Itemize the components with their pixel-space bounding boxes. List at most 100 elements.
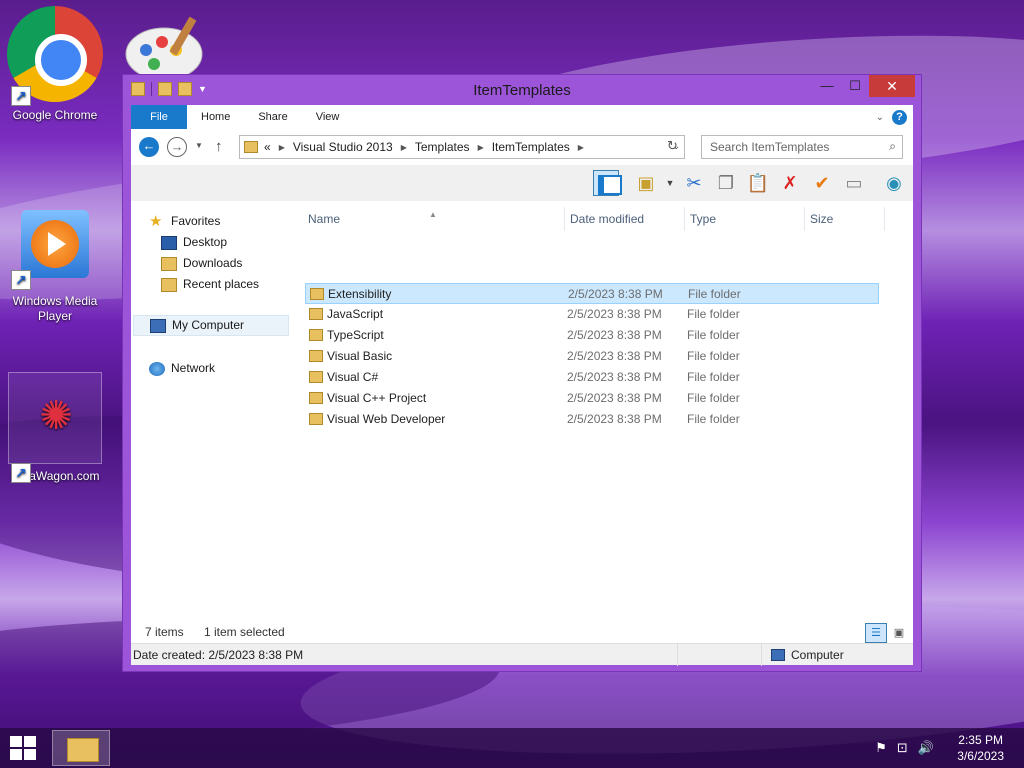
- file-row[interactable]: TypeScript 2/5/2023 8:38 PM File folder: [305, 325, 879, 346]
- refresh-icon[interactable]: ↻: [667, 138, 678, 154]
- breadcrumb-visual-studio[interactable]: Visual Studio 2013: [293, 140, 393, 154]
- expand-ribbon-icon[interactable]: ⌄: [876, 112, 884, 123]
- nav-downloads[interactable]: Downloads: [161, 253, 242, 274]
- tab-view[interactable]: View: [302, 105, 354, 129]
- desktop-icon-label: Google Chrome: [12, 108, 98, 122]
- column-label: Name: [308, 212, 341, 226]
- windows-logo-icon: [24, 749, 36, 760]
- shortcut-arrow-icon: ↗: [11, 270, 31, 290]
- desktop-icon-label: Windows Media Player: [12, 294, 98, 323]
- close-button[interactable]: ✕: [869, 75, 915, 97]
- ribbon-tabs: File Home Share View ⌄ ?: [131, 105, 913, 129]
- folder-icon: [309, 371, 323, 383]
- cut-icon[interactable]: ✂: [681, 170, 707, 196]
- folder-icon: [309, 392, 323, 404]
- explorer-window: ▼ ItemTemplates — ☐ ✕ File Home Share Vi…: [122, 74, 922, 672]
- address-bar[interactable]: « ▶ Visual Studio 2013 ▶ Templates ▶ Ite…: [239, 135, 685, 159]
- desktop-icon-chrome[interactable]: ↗ Google Chrome: [7, 6, 103, 122]
- column-name[interactable]: ▲ Name: [303, 207, 565, 231]
- paint-icon[interactable]: [124, 12, 208, 82]
- column-type[interactable]: Type: [685, 207, 805, 231]
- sort-up-icon: ▲: [429, 210, 437, 219]
- file-name: Visual Basic: [327, 349, 393, 363]
- file-name: JavaScript: [327, 307, 384, 321]
- chrome-icon: ↗: [7, 6, 103, 106]
- desktop-icon-wmp[interactable]: ↗ Windows Media Player: [7, 210, 103, 324]
- search-icon[interactable]: ⌕: [889, 139, 896, 154]
- layout-pane-icon[interactable]: [593, 170, 622, 196]
- folder-icon: [309, 413, 323, 425]
- recent-locations-icon[interactable]: ▼: [195, 141, 203, 150]
- properties-icon[interactable]: ✔: [809, 170, 835, 196]
- help-icon[interactable]: ?: [892, 109, 907, 125]
- column-date-modified[interactable]: Date modified: [565, 207, 685, 231]
- paste-icon[interactable]: 📋: [745, 170, 771, 196]
- desktop-icon: [161, 235, 177, 250]
- title-bar[interactable]: ▼ ItemTemplates — ☐ ✕: [123, 75, 921, 105]
- nav-desktop[interactable]: Desktop: [161, 232, 227, 253]
- back-icon[interactable]: ←: [139, 137, 159, 157]
- file-type: File folder: [687, 412, 740, 426]
- breadcrumb-templates[interactable]: Templates: [415, 140, 470, 154]
- maximize-button[interactable]: ☐: [841, 75, 869, 97]
- breadcrumb-itemtemplates[interactable]: ItemTemplates: [492, 140, 570, 154]
- clock-date: 3/6/2023: [957, 749, 1004, 763]
- search-input[interactable]: Search ItemTemplates ⌕: [701, 135, 903, 159]
- large-icons-view-icon[interactable]: ▣: [889, 623, 909, 643]
- action-center-flag-icon[interactable]: ⚑: [875, 740, 887, 756]
- details-view-icon[interactable]: ☰: [865, 623, 887, 643]
- folder-icon: [310, 288, 324, 300]
- address-prefix[interactable]: «: [264, 140, 271, 154]
- file-row[interactable]: Visual Web Developer 2/5/2023 8:38 PM Fi…: [305, 409, 879, 430]
- file-name: Visual Web Developer: [327, 412, 446, 426]
- nav-label: My Computer: [172, 318, 245, 332]
- desktop-icon-datawagon[interactable]: ✺ ↗ DataWagon.com: [7, 372, 103, 483]
- tab-share[interactable]: Share: [244, 105, 301, 129]
- file-row[interactable]: Visual Basic 2/5/2023 8:38 PM File folde…: [305, 346, 879, 367]
- file-type: File folder: [688, 287, 741, 301]
- search-placeholder: Search ItemTemplates: [710, 140, 830, 154]
- datawagon-icon: ✺ ↗: [8, 372, 102, 483]
- file-row[interactable]: Extensibility 2/5/2023 8:38 PM File fold…: [305, 283, 879, 304]
- star-icon: ★: [149, 212, 163, 230]
- start-button[interactable]: [10, 736, 36, 760]
- globe-icon[interactable]: ◉: [881, 170, 907, 196]
- crumb-separator-icon: ▶: [278, 142, 285, 152]
- taskbar-file-explorer[interactable]: [52, 730, 110, 766]
- forward-icon[interactable]: →: [167, 137, 187, 157]
- chevron-down-icon[interactable]: ▼: [657, 170, 683, 196]
- up-icon[interactable]: ↑: [215, 138, 223, 155]
- tab-file[interactable]: File: [131, 105, 187, 129]
- nav-label: Desktop: [183, 235, 228, 249]
- window-controls: — ☐ ✕: [813, 75, 915, 97]
- new-folder-icon[interactable]: ▣: [633, 170, 659, 196]
- location-label: Computer: [791, 648, 844, 662]
- file-row[interactable]: Visual C# 2/5/2023 8:38 PM File folder: [305, 367, 879, 388]
- nav-label: Downloads: [183, 256, 243, 270]
- volume-icon[interactable]: 🔊: [918, 740, 934, 756]
- status-bar: Date created: 2/5/2023 8:38 PM Computer: [131, 643, 913, 666]
- file-row[interactable]: JavaScript 2/5/2023 8:38 PM File folder: [305, 304, 879, 325]
- file-date: 2/5/2023 8:38 PM: [567, 307, 662, 321]
- nav-my-computer[interactable]: My Computer: [133, 315, 289, 336]
- divider: [677, 644, 678, 666]
- column-size[interactable]: Size: [805, 207, 885, 231]
- network-icon[interactable]: ⊡: [897, 740, 908, 756]
- file-list: ▲ Name Date modified Type Size Extensibi…: [303, 201, 913, 621]
- folder-icon: [244, 141, 258, 153]
- rename-icon[interactable]: ▭: [841, 170, 867, 196]
- nav-label: Network: [171, 361, 216, 375]
- clock[interactable]: 2:35 PM 3/6/2023: [957, 732, 1004, 764]
- delete-icon[interactable]: ✗: [777, 170, 803, 196]
- minimize-button[interactable]: —: [813, 75, 841, 97]
- nav-recent-places[interactable]: Recent places: [161, 274, 259, 295]
- file-date: 2/5/2023 8:38 PM: [567, 349, 662, 363]
- nav-favorites[interactable]: ★ Favorites: [149, 211, 220, 232]
- tab-home[interactable]: Home: [187, 105, 244, 129]
- location-zone: Computer: [771, 648, 844, 662]
- copy-icon[interactable]: ❐: [713, 170, 739, 196]
- file-row[interactable]: Visual C++ Project 2/5/2023 8:38 PM File…: [305, 388, 879, 409]
- nav-label: Favorites: [171, 214, 221, 228]
- divider: [761, 644, 762, 666]
- nav-network[interactable]: Network: [149, 358, 215, 379]
